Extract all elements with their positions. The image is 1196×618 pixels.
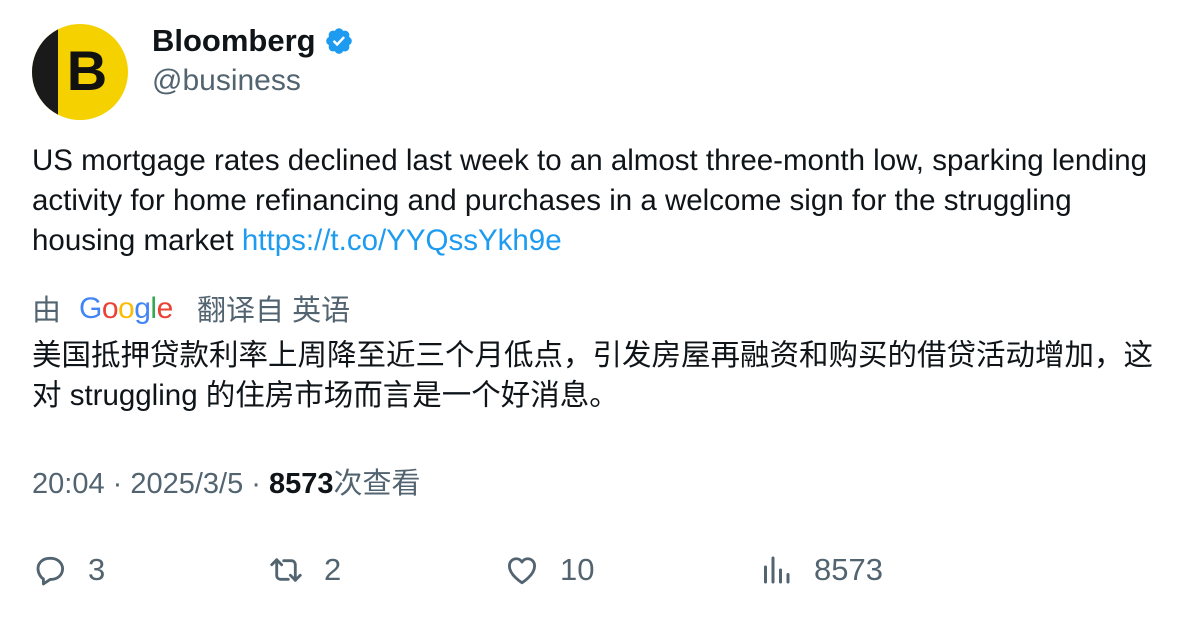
translated-text: 美国抵押贷款利率上周降至近三个月低点，引发房屋再融资和购买的借贷活动增加，这对 … (32, 339, 1154, 412)
account-name[interactable]: Bloomberg (152, 22, 316, 60)
account-name-row: Bloomberg (152, 22, 354, 60)
google-logo-icon: Google (79, 292, 173, 325)
svg-text:Google: Google (79, 292, 173, 325)
view-count: 8573 (269, 468, 334, 500)
meta-separator: · (243, 468, 270, 500)
reply-icon (36, 556, 65, 586)
like-button[interactable]: 10 (504, 552, 594, 588)
translation-attribution[interactable]: 由 Google 翻译自 英语 (32, 288, 350, 328)
translation-prefix: 由 (32, 295, 62, 327)
views-count: 8573 (814, 552, 883, 587)
tweet-time[interactable]: 20:04 (32, 468, 105, 500)
tweet-date[interactable]: 2025/3/5 (130, 468, 243, 500)
reply-count: 3 (88, 552, 106, 587)
verified-badge-icon (325, 28, 352, 54)
tweet-body: US mortgage rates declined last week to … (32, 144, 1148, 257)
views-icon (764, 556, 790, 584)
reply-button[interactable]: 3 (32, 552, 105, 588)
translation-label: 翻译自 英语 (197, 295, 351, 327)
like-icon (507, 557, 537, 585)
view-count-suffix: 次查看 (333, 468, 421, 500)
retweet-count: 2 (324, 552, 342, 587)
avatar-letter: B (66, 39, 108, 102)
meta-separator: · (104, 468, 131, 500)
action-bar: 3 2 10 8573 (32, 552, 1172, 592)
retweet-button[interactable]: 2 (268, 552, 341, 588)
tweet-text: US mortgage rates declined last week to … (32, 141, 1172, 261)
account-handle[interactable]: @business (152, 62, 301, 100)
avatar-dark-band (32, 24, 58, 120)
tweet-link[interactable]: https://t.co/YYQssYkh9e (242, 224, 562, 257)
tweet-meta: 20:04 · 2025/3/5 · 8573次查看 (32, 464, 421, 504)
avatar[interactable]: B (32, 24, 128, 120)
like-count: 10 (560, 552, 595, 587)
views-button[interactable]: 8573 (758, 552, 883, 588)
retweet-icon (270, 558, 302, 582)
